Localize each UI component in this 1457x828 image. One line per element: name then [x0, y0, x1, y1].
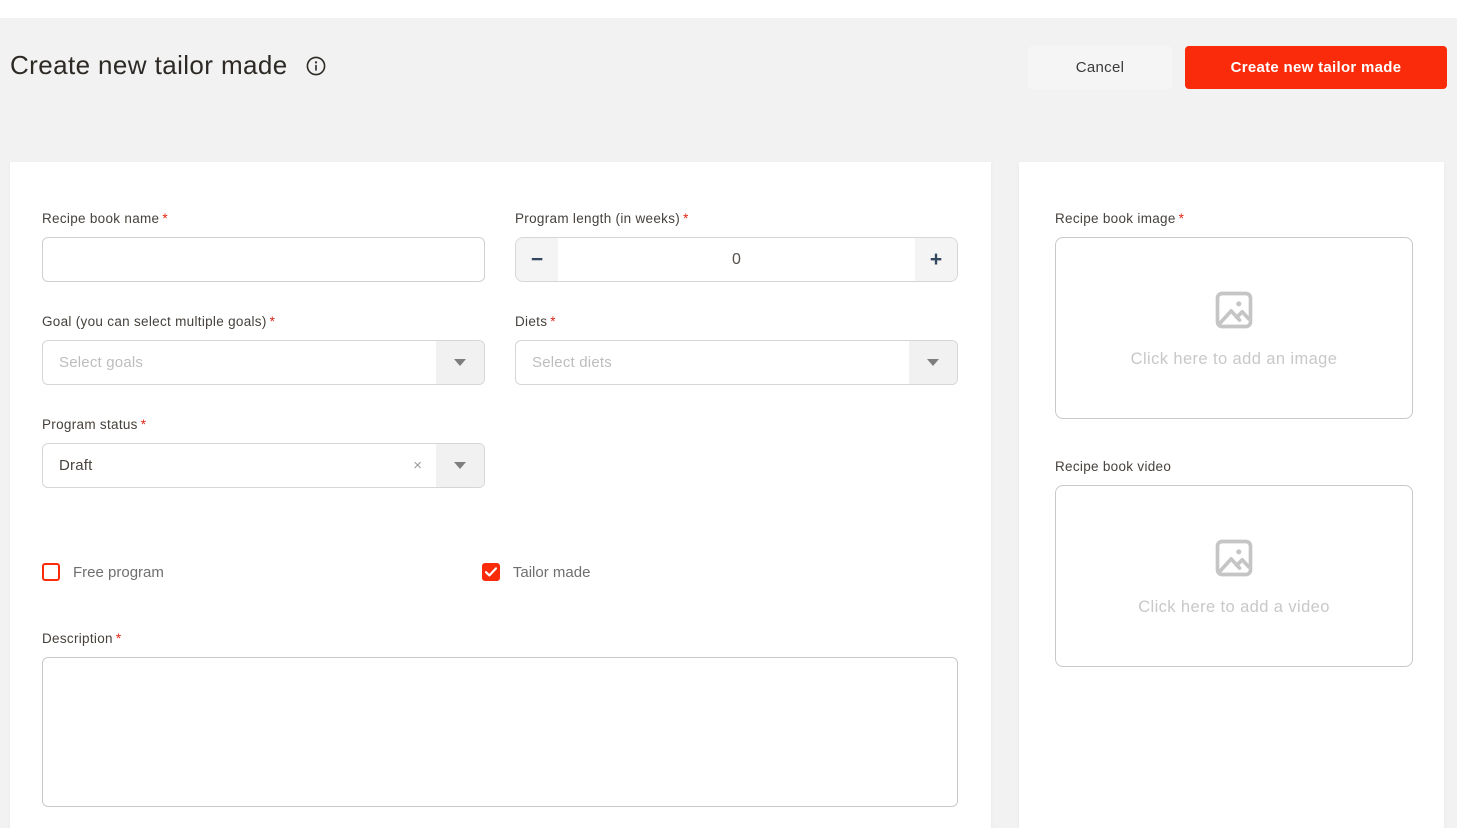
goal-label: Goal (you can select multiple goals)* [42, 314, 485, 329]
chevron-down-icon [927, 359, 939, 366]
program-status-value: Draft [43, 457, 413, 474]
free-program-checkbox[interactable] [42, 563, 60, 581]
recipe-book-name-label: Recipe book name* [42, 211, 485, 226]
program-length-label: Program length (in weeks)* [515, 211, 958, 226]
program-status-label: Program status* [42, 417, 485, 432]
minus-icon[interactable]: − [516, 238, 558, 281]
diets-placeholder: Select diets [516, 354, 909, 371]
program-status-select[interactable]: Draft × [42, 443, 485, 488]
program-length-stepper: − + [515, 237, 958, 282]
goal-placeholder: Select goals [43, 354, 436, 371]
diets-label: Diets* [515, 314, 958, 329]
check-icon [485, 567, 497, 577]
free-program-checkbox-row[interactable]: Free program [42, 563, 164, 581]
recipe-book-name-input[interactable] [42, 237, 485, 282]
program-status-field: Program status* Draft × [42, 417, 485, 488]
video-upload-dropzone[interactable]: Click here to add a video [1055, 485, 1413, 667]
top-strip [0, 0, 1457, 18]
free-program-label: Free program [73, 564, 164, 581]
description-input[interactable] [42, 657, 958, 807]
tailor-made-label: Tailor made [513, 564, 591, 581]
image-upload-dropzone[interactable]: Click here to add an image [1055, 237, 1413, 419]
goal-select[interactable]: Select goals [42, 340, 485, 385]
recipe-book-image-section: Recipe book image* Click here to add an … [1055, 211, 1413, 419]
tailor-made-checkbox-row[interactable]: Tailor made [482, 563, 591, 581]
create-tailor-made-button[interactable]: Create new tailor made [1185, 46, 1447, 89]
recipe-book-image-label: Recipe book image* [1055, 211, 1413, 226]
program-length-input[interactable] [558, 238, 915, 281]
program-length-field: Program length (in weeks)* − + [515, 211, 958, 282]
info-icon[interactable] [306, 56, 326, 76]
program-status-dropdown-toggle[interactable] [436, 444, 484, 487]
goal-dropdown-toggle[interactable] [436, 341, 484, 384]
recipe-book-name-field: Recipe book name* [42, 211, 485, 282]
cancel-button[interactable]: Cancel [1028, 46, 1172, 89]
diets-select[interactable]: Select diets [515, 340, 958, 385]
image-upload-hint: Click here to add an image [1131, 350, 1338, 369]
diets-field: Diets* Select diets [515, 314, 958, 385]
page-title: Create new tailor made [10, 50, 288, 81]
description-field: Description* [42, 631, 958, 812]
video-upload-hint: Click here to add a video [1138, 598, 1330, 617]
description-label: Description* [42, 631, 958, 646]
form-card: Recipe book name* Program length (in wee… [10, 162, 991, 828]
chevron-down-icon [454, 462, 466, 469]
image-placeholder-icon [1212, 288, 1256, 332]
recipe-book-video-section: Recipe book video Click here to add a vi… [1055, 459, 1413, 667]
diets-dropdown-toggle[interactable] [909, 341, 957, 384]
media-card: Recipe book image* Click here to add an … [1019, 162, 1444, 828]
image-placeholder-icon [1212, 536, 1256, 580]
page-header: Create new tailor made Cancel Create new… [0, 18, 1457, 138]
tailor-made-checkbox[interactable] [482, 563, 500, 581]
goal-field: Goal (you can select multiple goals)* Se… [42, 314, 485, 385]
clear-icon[interactable]: × [413, 457, 422, 474]
chevron-down-icon [454, 359, 466, 366]
plus-icon[interactable]: + [915, 238, 957, 281]
recipe-book-video-label: Recipe book video [1055, 459, 1413, 474]
